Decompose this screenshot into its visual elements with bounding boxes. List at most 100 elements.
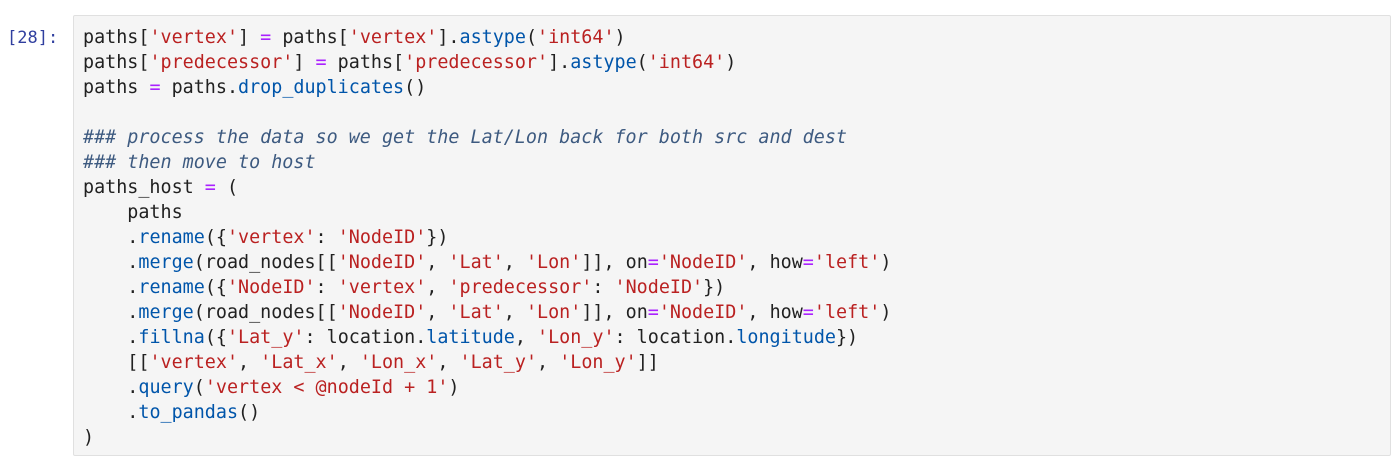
code-token: , bbox=[503, 302, 526, 323]
code-token: 'Lon' bbox=[525, 252, 582, 273]
code-token: 'NodeID' bbox=[337, 227, 427, 248]
code-line: ### then move to host bbox=[83, 150, 1390, 175]
code-token: 'int64' bbox=[647, 52, 726, 73]
code-token: ### then move to host bbox=[83, 152, 316, 173]
code-token: (road_nodes[[ bbox=[193, 302, 338, 323]
code-token: paths[ bbox=[326, 52, 405, 73]
code-token: ({ bbox=[204, 227, 227, 248]
code-token: ) bbox=[725, 52, 737, 73]
code-token: paths_host bbox=[83, 177, 205, 198]
code-token: : location. bbox=[304, 327, 427, 348]
code-token: }) bbox=[426, 227, 449, 248]
code-token: ]. bbox=[437, 27, 460, 48]
code-line: paths_host = ( bbox=[83, 175, 1390, 200]
code-token: 'NodeID' bbox=[337, 302, 427, 323]
code-token: , bbox=[238, 352, 261, 373]
code-token: 'Lon' bbox=[525, 302, 582, 323]
code-token: merge bbox=[138, 302, 194, 323]
code-token: 'Lon_y' bbox=[559, 352, 637, 373]
code-token: }) bbox=[703, 277, 726, 298]
code-token: ( bbox=[215, 177, 239, 198]
code-token: ] bbox=[293, 52, 316, 73]
code-token: . bbox=[83, 227, 139, 248]
code-token: : bbox=[315, 227, 338, 248]
code-token: rename bbox=[138, 277, 205, 298]
code-token: . bbox=[83, 252, 139, 273]
code-token: 'Lat' bbox=[448, 302, 504, 323]
code-token: paths[ bbox=[83, 52, 150, 73]
code-token: 'Lon_y' bbox=[537, 327, 615, 348]
code-token: ]. bbox=[548, 52, 571, 73]
code-token: 'predecessor' bbox=[404, 52, 549, 73]
code-token: : bbox=[592, 277, 615, 298]
code-token: latitude bbox=[426, 327, 515, 348]
code-line: .rename({'vertex': 'NodeID'}) bbox=[83, 225, 1390, 250]
code-line: [['vertex', 'Lat_x', 'Lon_x', 'Lat_y', '… bbox=[83, 350, 1390, 375]
code-line: ) bbox=[83, 425, 1390, 450]
code-token: 'vertex' bbox=[149, 27, 239, 48]
code-token: ### process the data so we get the Lat/L… bbox=[83, 127, 847, 148]
code-token: 'vertex' bbox=[226, 227, 316, 248]
code-token: ({ bbox=[204, 327, 227, 348]
code-token: drop_duplicates bbox=[238, 77, 405, 98]
code-token: , bbox=[426, 252, 449, 273]
code-token: () bbox=[238, 402, 261, 423]
code-token: = bbox=[315, 52, 327, 73]
code-token: , bbox=[337, 352, 360, 373]
code-token: . bbox=[83, 402, 139, 423]
code-token: = bbox=[647, 302, 659, 323]
code-token: = bbox=[647, 252, 659, 273]
code-token: 'NodeID' bbox=[337, 252, 427, 273]
code-token: 'Lat_x' bbox=[260, 352, 338, 373]
code-token: 'int64' bbox=[537, 27, 615, 48]
code-token: ) bbox=[448, 377, 460, 398]
code-token: ]] bbox=[636, 352, 659, 373]
code-token: , how bbox=[747, 252, 803, 273]
code-token: ) bbox=[614, 27, 626, 48]
code-line: .query('vertex < @nodeId + 1') bbox=[83, 375, 1390, 400]
code-token: [[ bbox=[83, 352, 150, 373]
code-token: 'predecessor' bbox=[149, 52, 294, 73]
code-token: = bbox=[802, 302, 814, 323]
code-line: .rename({'NodeID': 'vertex', 'predecesso… bbox=[83, 275, 1390, 300]
code-token: ( bbox=[636, 52, 648, 73]
code-line: paths['vertex'] = paths['vertex'].astype… bbox=[83, 25, 1390, 50]
code-token: ( bbox=[193, 377, 205, 398]
code-token: 'left' bbox=[813, 302, 881, 323]
code-token: ) bbox=[83, 427, 95, 448]
code-token: ]], on bbox=[581, 302, 648, 323]
code-token: , bbox=[503, 252, 526, 273]
notebook-code-cell[interactable]: [28]: paths['vertex'] = paths['vertex'].… bbox=[0, 0, 1400, 470]
code-token: ( bbox=[525, 27, 538, 48]
code-token: . bbox=[83, 302, 139, 323]
code-token: paths[ bbox=[83, 27, 150, 48]
code-token: ) bbox=[880, 302, 892, 323]
code-token: 'vertex' bbox=[348, 27, 438, 48]
code-token: , bbox=[437, 352, 460, 373]
code-line: paths bbox=[83, 200, 1390, 225]
code-token: , bbox=[537, 352, 560, 373]
code-token: 'NodeID' bbox=[226, 277, 316, 298]
code-token: () bbox=[404, 77, 427, 98]
code-token: ) bbox=[880, 252, 892, 273]
code-line: paths = paths.drop_duplicates() bbox=[83, 75, 1390, 100]
code-token: paths bbox=[83, 77, 150, 98]
code-token: 'vertex < @nodeId + 1' bbox=[204, 377, 449, 398]
code-token: 'Lat_y' bbox=[459, 352, 538, 373]
code-line: .fillna({'Lat_y': location.latitude, 'Lo… bbox=[83, 325, 1390, 350]
code-token: 'NodeID' bbox=[614, 277, 704, 298]
code-token: 'Lon_x' bbox=[359, 352, 438, 373]
code-line: .merge(road_nodes[['NodeID', 'Lat', 'Lon… bbox=[83, 300, 1390, 325]
code-token: = bbox=[802, 252, 814, 273]
code-token: ] bbox=[238, 27, 261, 48]
code-editor[interactable]: paths['vertex'] = paths['vertex'].astype… bbox=[73, 15, 1391, 456]
code-token: = bbox=[149, 77, 161, 98]
code-token: 'Lat_y' bbox=[226, 327, 305, 348]
code-content[interactable]: paths['vertex'] = paths['vertex'].astype… bbox=[74, 16, 1390, 450]
code-token: 'NodeID' bbox=[658, 302, 748, 323]
code-token: . bbox=[83, 327, 139, 348]
code-token: rename bbox=[138, 227, 205, 248]
code-token: paths[ bbox=[271, 27, 349, 48]
code-token: merge bbox=[138, 252, 194, 273]
code-token: paths bbox=[83, 202, 183, 223]
